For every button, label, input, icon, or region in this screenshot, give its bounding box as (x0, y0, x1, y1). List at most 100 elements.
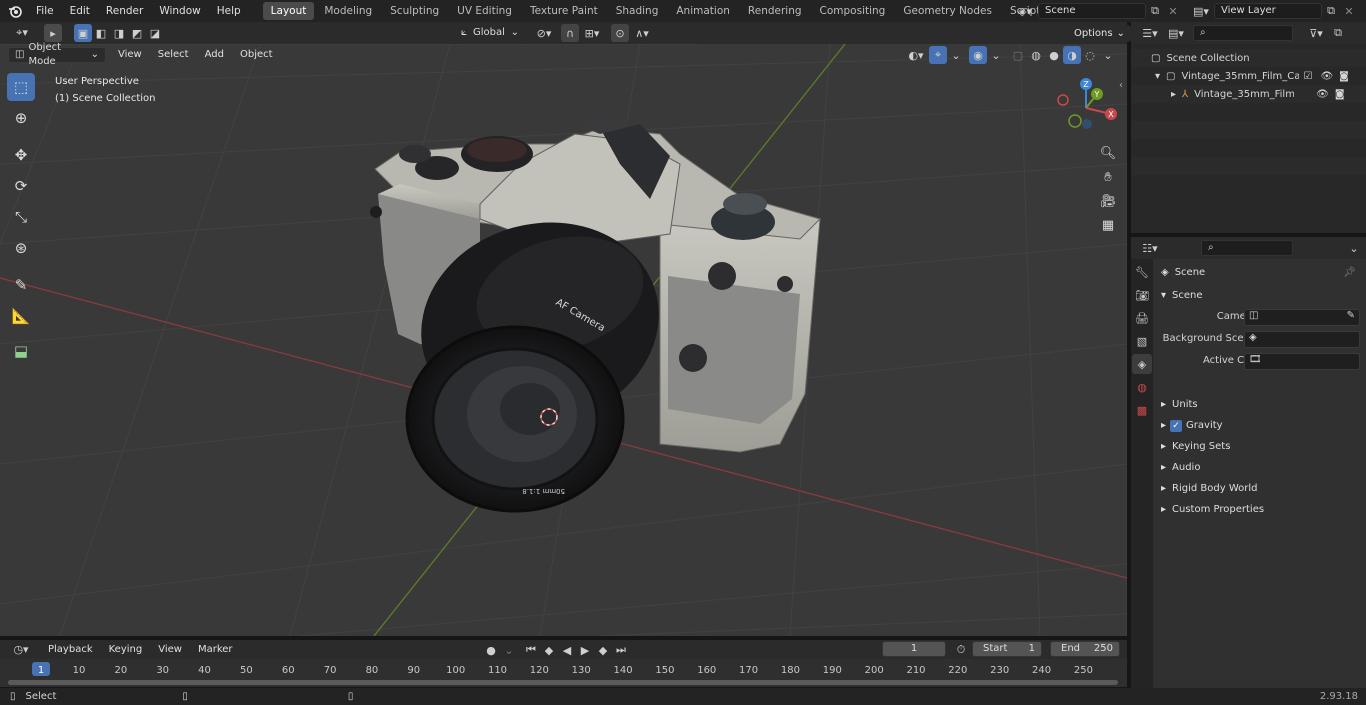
next-keyframe-icon[interactable]: ◆ (594, 641, 612, 659)
camera-render-icon[interactable]: ◙ (1339, 71, 1349, 82)
camera-render-icon[interactable]: ◙ (1335, 89, 1345, 100)
viewport-menu-object[interactable]: Object (232, 44, 281, 66)
options-button[interactable]: Options ⌄ (1068, 25, 1131, 42)
properties-editor-type-icon[interactable]: ☷▾ (1137, 239, 1163, 257)
chevron-down-icon[interactable]: ⌄ (1099, 46, 1117, 64)
timeline-menu-playback[interactable]: Playback (40, 640, 101, 659)
xray-icon[interactable]: ▢ (1009, 46, 1027, 64)
tab-geometry-nodes[interactable]: Geometry Nodes (895, 2, 1000, 20)
play-reverse-icon[interactable]: ◀ (558, 641, 576, 659)
snap-icon[interactable]: ∩ (561, 24, 579, 42)
expand-arrow-icon[interactable]: ▾ (1155, 71, 1160, 82)
outliner-row[interactable]: ▾ ▢ Vintage_35mm_Film_Camera ☑ 👁︎ ◙ (1131, 67, 1366, 85)
timeline-ruler[interactable]: 1 10 20 30 40 50 60 70 80 90 100 110 120 130 140 150 160… (0, 659, 1127, 687)
output-properties-icon[interactable]: 🖨︎ (1132, 308, 1152, 328)
outliner-editor-type-icon[interactable]: ☰▾ (1137, 24, 1163, 42)
timeline-scrollbar[interactable] (8, 680, 1118, 685)
world-properties-icon[interactable]: ◍ (1132, 377, 1152, 397)
active-clip-field[interactable]: 🎞︎ (1244, 353, 1360, 370)
filter-icon[interactable]: ⊽▾ (1303, 24, 1329, 42)
cursor-tool-icon[interactable]: ⊕ (7, 104, 35, 132)
timeline-menu-marker[interactable]: Marker (190, 640, 241, 659)
zoom-icon[interactable]: 🔍︎ (1096, 141, 1120, 165)
select-new-icon[interactable]: ▣ (74, 24, 92, 42)
panel-audio[interactable]: ▸ Audio (1153, 457, 1366, 478)
expand-arrow-icon[interactable]: ▸ (1171, 89, 1176, 100)
view-layer-properties-icon[interactable]: ▧ (1132, 331, 1152, 351)
tab-uv-editing[interactable]: UV Editing (449, 2, 520, 20)
mode-dropdown[interactable]: ◫ Object Mode ⌄ (8, 42, 106, 67)
chevron-down-icon[interactable]: ⌄ (500, 641, 518, 659)
navigation-gizmo[interactable]: Z Y X (1051, 76, 1121, 146)
scene-name-field[interactable]: Scene (1038, 3, 1146, 19)
rotate-tool-icon[interactable]: ⟳ (7, 172, 35, 200)
tab-shading[interactable]: Shading (608, 2, 667, 20)
select-subtract-icon[interactable]: ◨ (110, 24, 128, 42)
close-icon[interactable]: ✕ (1164, 2, 1182, 20)
tab-compositing[interactable]: Compositing (812, 2, 894, 20)
texture-properties-icon[interactable]: ▩ (1132, 400, 1152, 420)
render-properties-icon[interactable]: 📷︎ (1132, 285, 1152, 305)
move-tool-icon[interactable]: ✥ (7, 141, 35, 169)
viewport-menu-add[interactable]: Add (197, 44, 232, 66)
camera-view-icon[interactable]: 🎥︎ (1096, 189, 1120, 213)
panel-units[interactable]: ▸ Units (1153, 394, 1366, 415)
measure-tool-icon[interactable]: 📐 (7, 302, 35, 330)
orientation-dropdown[interactable]: ⟀ Global ⌄ (455, 25, 525, 41)
outliner-row[interactable]: ▸ ⅄ Vintage_35mm_Film_Car 👁︎ ◙ (1131, 85, 1366, 103)
eye-icon[interactable]: 👁︎ (1316, 89, 1329, 100)
scale-tool-icon[interactable]: ⤡ (7, 203, 35, 231)
chevron-down-icon[interactable]: ⌄ (947, 46, 965, 64)
wireframe-shading-icon[interactable]: ◍ (1027, 46, 1045, 64)
menu-render[interactable]: Render (98, 0, 151, 22)
jump-end-icon[interactable]: ⏭ (612, 641, 630, 659)
panel-rigid-body-world[interactable]: ▸ Rigid Body World (1153, 478, 1366, 499)
view-layer-icon[interactable]: ▤▾ (1188, 2, 1214, 20)
ortho-grid-icon[interactable]: ▦ (1096, 213, 1120, 237)
select-invert-icon[interactable]: ◩ (128, 24, 146, 42)
sidebar-toggle-icon[interactable]: ‹ (1119, 80, 1123, 91)
prev-keyframe-icon[interactable]: ◆ (540, 641, 558, 659)
timeline-editor-type-icon[interactable]: ◷▾ (8, 641, 34, 659)
tab-modeling[interactable]: Modeling (316, 2, 380, 20)
editor-type-icon[interactable]: ⌖▾ (8, 24, 36, 42)
menu-file[interactable]: File (28, 0, 62, 22)
menu-window[interactable]: Window (151, 0, 208, 22)
snap-target-icon[interactable]: ⊞▾ (579, 24, 605, 42)
gravity-checkbox-icon[interactable]: ✓ (1170, 419, 1183, 432)
jump-start-icon[interactable]: ⏮ (522, 641, 540, 659)
transform-tool-icon[interactable]: ⊛ (7, 234, 35, 262)
background-scene-field[interactable]: ◈ (1244, 331, 1360, 348)
close-icon[interactable]: ✕ (1340, 2, 1358, 20)
view-layer-field[interactable]: View Layer (1214, 3, 1322, 19)
select-extend-icon[interactable]: ◧ (92, 24, 110, 42)
viewport-canvas[interactable]: AF Camera 50mm 1:1.8 (0, 44, 1127, 636)
current-frame-field[interactable]: 1 (882, 641, 946, 657)
chevron-down-icon[interactable]: ⌄ (987, 46, 1005, 64)
proportional-edit-icon[interactable]: ⊙ (611, 24, 629, 42)
viewport-menu-select[interactable]: Select (150, 44, 197, 66)
tab-texture-paint[interactable]: Texture Paint (522, 2, 606, 20)
select-box-tool-icon[interactable]: ⬚ (7, 73, 35, 101)
visibility-icon[interactable]: ◐▾ (903, 46, 929, 64)
panel-gravity[interactable]: ▸ ✓ Gravity (1153, 415, 1366, 436)
menu-help[interactable]: Help (209, 0, 249, 22)
timeline-menu-keying[interactable]: Keying (101, 640, 151, 659)
pivot-icon[interactable]: ⊘▾ (531, 24, 557, 42)
scene-properties-icon[interactable]: ◈ (1132, 354, 1152, 374)
viewport-menu-view[interactable]: View (110, 44, 150, 66)
tab-sculpting[interactable]: Sculpting (382, 2, 447, 20)
tab-layout[interactable]: Layout (262, 2, 315, 20)
outliner-search-field[interactable]: ⌕ (1193, 25, 1293, 41)
add-cube-tool-icon[interactable]: ⬓ (7, 337, 35, 365)
panel-custom-properties[interactable]: ▸ Custom Properties (1153, 499, 1366, 520)
select-tool-icon[interactable]: ▸ (44, 24, 62, 42)
gizmo-toggle-icon[interactable]: ⌖ (929, 46, 947, 64)
panel-keying-sets[interactable]: ▸ Keying Sets (1153, 436, 1366, 457)
overlay-toggle-icon[interactable]: ◉ (969, 46, 987, 64)
chevron-down-icon[interactable]: ⌄ (1345, 239, 1363, 257)
display-mode-icon[interactable]: ▤▾ (1163, 24, 1189, 42)
annotate-tool-icon[interactable]: ✎ (7, 271, 35, 299)
tool-properties-icon[interactable]: 🔧︎ (1132, 262, 1152, 282)
copy-icon[interactable]: ⧉ (1146, 2, 1164, 20)
